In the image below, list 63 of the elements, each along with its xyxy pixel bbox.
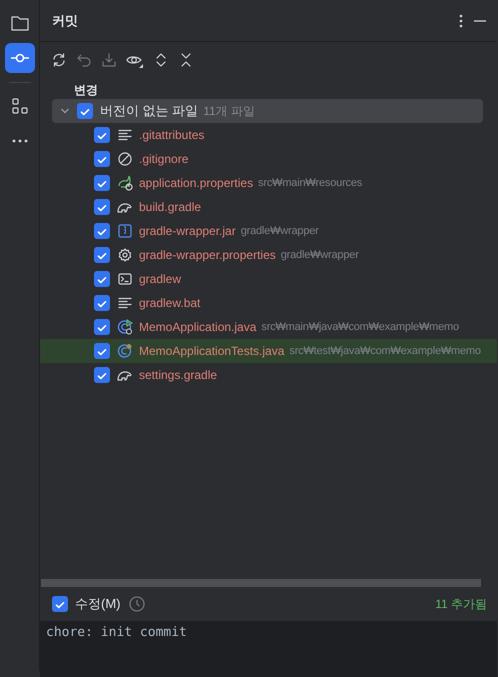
gear-icon [118, 248, 132, 262]
file-row[interactable]: .gitattributes [40, 123, 497, 147]
lines-icon [118, 128, 132, 142]
checkbox[interactable] [94, 343, 110, 359]
file-path: gradle₩wrapper [280, 249, 359, 261]
file-name[interactable]: gradle-wrapper.properties [139, 248, 276, 262]
checkbox[interactable] [94, 271, 110, 287]
file-row[interactable]: MemoApplicationTests.java src₩test₩java₩com₩example₩memo [40, 339, 497, 363]
file-name[interactable]: gradlew.bat [139, 296, 200, 310]
file-row[interactable]: settings.gradle [40, 363, 497, 387]
file-row[interactable]: application.properties src₩main₩resources [40, 171, 497, 195]
file-path: src₩main₩resources [258, 177, 362, 189]
checkbox[interactable] [94, 367, 110, 383]
file-name[interactable]: gradle-wrapper.jar [139, 224, 236, 238]
file-name[interactable]: gradlew [139, 272, 182, 286]
file-row[interactable]: .gitignore [40, 147, 497, 171]
scrollbar[interactable] [41, 579, 481, 587]
leaf-icon [117, 175, 133, 191]
group-label: 버전이 없는 파일 [100, 102, 198, 120]
file-row[interactable]: gradlew.bat [40, 291, 497, 315]
file-name[interactable]: settings.gradle [139, 368, 218, 382]
commit-message-field[interactable]: chore: init commit [40, 621, 497, 677]
file-path: src₩test₩java₩com₩example₩memo [289, 345, 481, 357]
file-row[interactable]: gradlew [40, 267, 497, 291]
refresh-icon[interactable] [51, 52, 67, 68]
file-name[interactable]: MemoApplicationTests.java [139, 344, 284, 358]
class-icon [117, 319, 133, 335]
prohibited-icon [118, 152, 132, 166]
archive-icon [118, 224, 132, 238]
checkbox[interactable] [94, 223, 110, 239]
file-name[interactable]: .gitattributes [139, 128, 204, 142]
class-icon [117, 343, 133, 359]
checkbox[interactable] [94, 199, 110, 215]
checkbox[interactable] [94, 175, 110, 191]
terminal-icon [118, 272, 132, 286]
file-row[interactable]: gradle-wrapper.properties gradle₩wrapper [40, 243, 497, 267]
amend-label: 수정(M) [75, 595, 120, 613]
file-row[interactable]: gradle-wrapper.jar gradle₩wrapper [40, 219, 497, 243]
group-row[interactable]: 버전이 없는 파일 11개 파일 [52, 99, 483, 123]
checkbox[interactable] [94, 151, 110, 167]
chevron-icon[interactable] [60, 106, 70, 116]
checkbox[interactable] [94, 127, 110, 143]
lines-icon [118, 296, 132, 310]
file-name[interactable]: .gitignore [139, 152, 188, 166]
file-row[interactable]: build.gradle [40, 195, 497, 219]
file-name[interactable]: MemoApplication.java [139, 320, 256, 334]
change-summary: 11 추가됨 [435, 596, 487, 612]
checkbox[interactable] [94, 319, 110, 335]
checkbox[interactable] [94, 295, 110, 311]
checkbox[interactable] [94, 247, 110, 263]
history-icon[interactable] [128, 595, 146, 613]
file-name[interactable]: application.properties [139, 176, 254, 190]
file-count: 11개 파일 [203, 102, 256, 120]
structure-icon[interactable] [10, 96, 30, 116]
amend-checkbox[interactable] [52, 596, 68, 612]
file-name[interactable]: build.gradle [139, 200, 202, 214]
file-path: src₩main₩java₩com₩example₩memo [261, 321, 459, 333]
checkbox[interactable] [77, 103, 93, 119]
section-heading: 변경 [73, 82, 99, 99]
file-path: gradle₩wrapper [240, 225, 319, 237]
panel-title: 커밋 [52, 12, 79, 30]
file-row[interactable]: MemoApplication.java src₩main₩java₩com₩example₩memo [40, 315, 497, 339]
more-options-icon[interactable] [459, 14, 463, 28]
